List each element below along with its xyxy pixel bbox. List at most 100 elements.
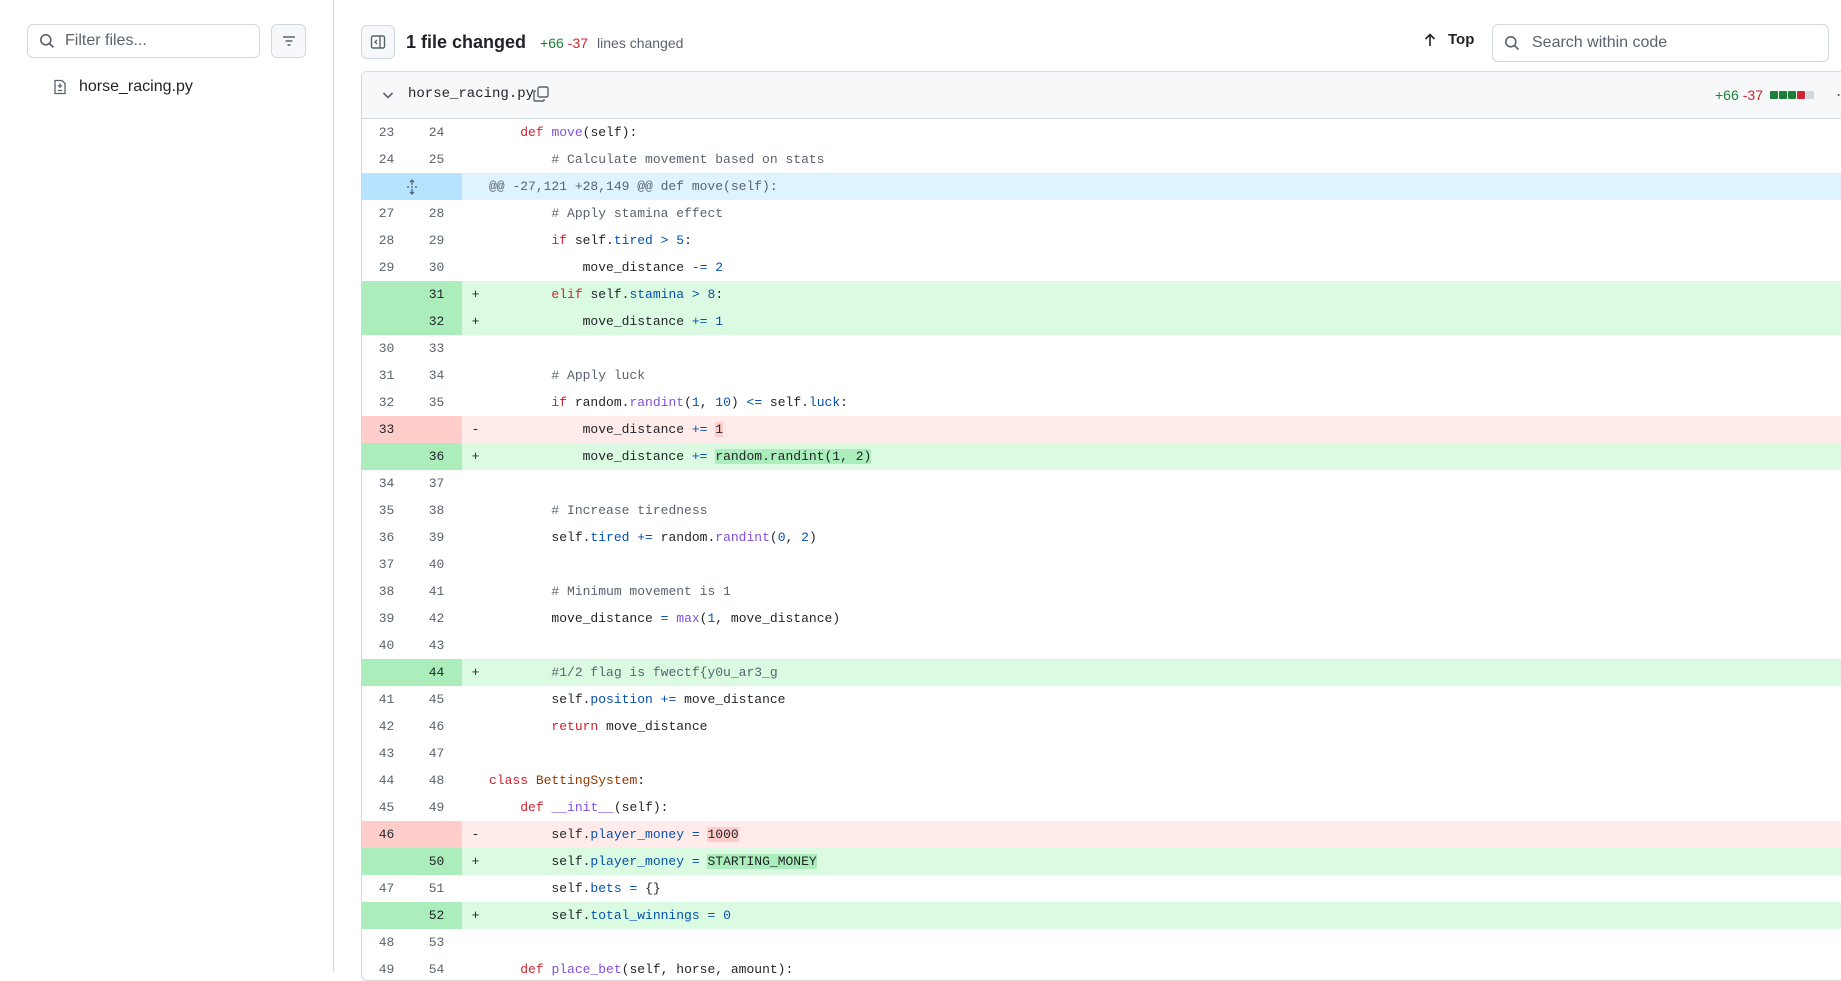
- new-line-number[interactable]: 25: [411, 146, 462, 173]
- old-line-number[interactable]: 33: [362, 416, 411, 443]
- old-line-number[interactable]: 46: [362, 821, 411, 848]
- new-line-number[interactable]: 43: [411, 632, 462, 659]
- old-line-number[interactable]: [362, 443, 411, 470]
- new-line-number[interactable]: 52: [411, 902, 462, 929]
- old-line-number[interactable]: 37: [362, 551, 411, 578]
- old-line-number[interactable]: 23: [362, 119, 411, 146]
- new-line-number[interactable]: 33: [411, 335, 462, 362]
- old-line-number[interactable]: 34: [362, 470, 411, 497]
- new-line-number[interactable]: 28: [411, 200, 462, 227]
- new-line-number[interactable]: 31: [411, 281, 462, 308]
- code-line: self.player_money = 1000: [489, 827, 739, 842]
- new-line-number[interactable]: 50: [411, 848, 462, 875]
- old-line-number[interactable]: 31: [362, 362, 411, 389]
- new-line-number[interactable]: 32: [411, 308, 462, 335]
- old-line-number[interactable]: 44: [362, 767, 411, 794]
- diff-marker: [462, 362, 489, 389]
- old-line-number[interactable]: [362, 281, 411, 308]
- search-within-code-placeholder: Search within code: [1532, 34, 1668, 51]
- file-diff-icon: [52, 79, 68, 95]
- new-line-number[interactable]: 24: [411, 119, 462, 146]
- filter-files-input[interactable]: Filter files...: [27, 24, 260, 58]
- search-icon: [39, 33, 55, 49]
- code-line: self.player_money = STARTING_MONEY: [489, 854, 817, 869]
- toggle-file-tree-button[interactable]: [361, 25, 395, 59]
- old-line-number[interactable]: 36: [362, 524, 411, 551]
- kebab-menu-icon[interactable]: ⋯: [1836, 85, 1841, 105]
- new-line-number[interactable]: 48: [411, 767, 462, 794]
- new-line-number[interactable]: 30: [411, 254, 462, 281]
- old-line-number[interactable]: 45: [362, 794, 411, 821]
- old-line-number[interactable]: [362, 848, 411, 875]
- new-line-number[interactable]: 38: [411, 497, 462, 524]
- new-line-number[interactable]: 44: [411, 659, 462, 686]
- code-line: move_distance += random.randint(1, 2): [489, 449, 872, 464]
- new-line-number[interactable]: 36: [411, 443, 462, 470]
- old-line-number[interactable]: 38: [362, 578, 411, 605]
- old-line-number[interactable]: 28: [362, 227, 411, 254]
- filter-options-button[interactable]: [271, 24, 306, 58]
- old-line-number[interactable]: 24: [362, 146, 411, 173]
- old-line-number[interactable]: 43: [362, 740, 411, 767]
- added-line-row: 52 + self.total_winnings = 0: [362, 902, 1841, 929]
- code-line: # Minimum movement is 1: [551, 584, 731, 599]
- new-line-number[interactable]: 41: [411, 578, 462, 605]
- code-line: self.tired += random.randint(0, 2): [489, 530, 817, 545]
- new-line-number[interactable]: 46: [411, 713, 462, 740]
- new-line-number[interactable]: 40: [411, 551, 462, 578]
- new-line-number[interactable]: 53: [411, 929, 462, 956]
- old-line-number[interactable]: 40: [362, 632, 411, 659]
- context-line-row: 35 38 # Increase tiredness: [362, 497, 1841, 524]
- old-line-number[interactable]: 29: [362, 254, 411, 281]
- diff-marker: +: [471, 314, 480, 329]
- new-line-number[interactable]: 34: [411, 362, 462, 389]
- new-line-number[interactable]: 39: [411, 524, 462, 551]
- context-line-row: 31 34 # Apply luck: [362, 362, 1841, 389]
- old-line-number[interactable]: 48: [362, 929, 411, 956]
- chevron-down-icon[interactable]: [380, 87, 396, 103]
- diffstat-block: [1787, 91, 1796, 99]
- old-line-number[interactable]: 41: [362, 686, 411, 713]
- diff-marker: [462, 605, 489, 632]
- diff-table: 23 24 def move(self): 24 25 # Calculate mov…: [362, 119, 1841, 980]
- old-line-number[interactable]: 42: [362, 713, 411, 740]
- new-line-number[interactable]: 35: [411, 389, 462, 416]
- context-line-row: 29 30 move_distance -= 2: [362, 254, 1841, 281]
- old-line-number[interactable]: [362, 902, 411, 929]
- new-line-number[interactable]: 29: [411, 227, 462, 254]
- new-line-number[interactable]: 42: [411, 605, 462, 632]
- new-line-number[interactable]: [411, 821, 462, 848]
- added-line-row: 32 + move_distance += 1: [362, 308, 1841, 335]
- file-tree-item[interactable]: horse_racing.py: [52, 76, 193, 98]
- old-line-number[interactable]: 32: [362, 389, 411, 416]
- new-line-number[interactable]: 37: [411, 470, 462, 497]
- old-line-number[interactable]: [362, 308, 411, 335]
- new-line-number[interactable]: 45: [411, 686, 462, 713]
- old-line-number[interactable]: [362, 659, 411, 686]
- diff-marker: [462, 551, 489, 578]
- new-line-number[interactable]: 47: [411, 740, 462, 767]
- new-line-number[interactable]: 54: [411, 956, 462, 980]
- search-icon: [1504, 35, 1520, 51]
- file-name-link[interactable]: horse_racing.py: [408, 86, 534, 102]
- old-line-number[interactable]: 27: [362, 200, 411, 227]
- new-line-number[interactable]: 51: [411, 875, 462, 902]
- new-line-number[interactable]: [411, 416, 462, 443]
- code-line: #1/2 flag is fwectf{y0u_ar3_g: [551, 665, 778, 680]
- old-line-number[interactable]: 35: [362, 497, 411, 524]
- old-line-number[interactable]: 47: [362, 875, 411, 902]
- expand-lines-icon[interactable]: [362, 173, 462, 200]
- copy-icon[interactable]: [532, 85, 550, 103]
- code-line: move_distance += 1: [489, 314, 724, 329]
- code-line: class BettingSystem:: [489, 773, 646, 788]
- old-line-number[interactable]: 30: [362, 335, 411, 362]
- old-line-number[interactable]: 49: [362, 956, 411, 980]
- file-deletions-count: -37: [1742, 87, 1763, 103]
- new-line-number[interactable]: 49: [411, 794, 462, 821]
- top-button[interactable]: Top: [1422, 31, 1474, 48]
- added-line-row: 44 + #1/2 flag is fwectf{y0u_ar3_g: [362, 659, 1841, 686]
- old-line-number[interactable]: 39: [362, 605, 411, 632]
- search-within-code-input[interactable]: Search within code: [1492, 24, 1829, 62]
